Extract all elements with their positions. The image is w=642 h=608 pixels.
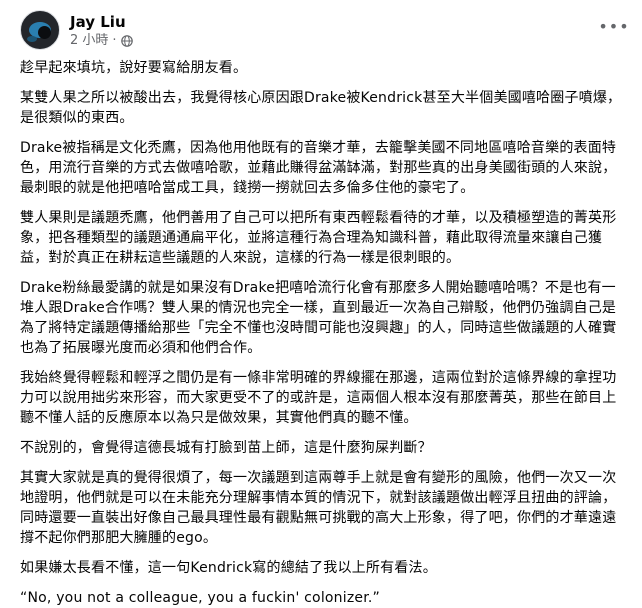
post-paragraph: 不說別的，會覺得這德長城有打臉到苗上師，這是什麼狗屎判斷？ [20, 440, 432, 456]
post-paragraph: 我始終覺得輕鬆和輕浮之間仍是有一條非常明確的界線擺在那邊，這兩位對於這條界線的拿… [20, 370, 617, 426]
post-subline: 2 小時 · [70, 32, 133, 48]
post-timestamp[interactable]: 2 小時 [70, 33, 108, 48]
post-paragraph: Drake粉絲最愛講的就是如果沒有Drake把嘻哈流行化會有那麼多人開始聽嘻哈嗎… [20, 280, 617, 356]
post-quote: “No, you not a colleague, you a fuckin' … [20, 590, 380, 606]
post-header: Jay Liu 2 小時 · [20, 10, 133, 50]
separator: · [112, 32, 117, 48]
avatar[interactable] [20, 10, 60, 50]
post-paragraph: 趁早起來填坑，說好要寫給朋友看。 [20, 60, 248, 76]
post-paragraph: 某雙人果之所以被酸出去，我覺得核心原因跟Drake被Kendrick甚至大半個美… [20, 90, 622, 126]
post-paragraph: Drake被指稱是文化禿鷹，因為他用他既有的音樂才華，去籠擊美國不同地區嘻哈音樂… [20, 140, 617, 196]
post-meta: Jay Liu 2 小時 · [70, 13, 133, 48]
post-body: 趁早起來填坑，說好要寫給朋友看。 某雙人果之所以被酸出去，我覺得核心原因跟Dra… [20, 58, 626, 608]
post-paragraph: 其實大家就是真的覺得很煩了，每一次議題到這兩尊手上就是會有變形的風險，他們一次又… [20, 470, 617, 546]
more-options-icon[interactable]: ••• [598, 16, 628, 36]
author-name[interactable]: Jay Liu [70, 13, 133, 31]
post-paragraph: 雙人果則是議題禿鷹，他們善用了自己可以把所有東西輕鬆看待的才華，以及積極塑造的菁… [20, 210, 617, 266]
globe-icon [120, 34, 133, 47]
facebook-post: Jay Liu 2 小時 · ••• 趁早起來填坑，說好要寫給朋友看。 某雙人果… [0, 0, 642, 606]
post-paragraph: 如果嫌太長看不懂，這一句Kendrick寫的總結了我以上所有看法。 [20, 560, 437, 576]
